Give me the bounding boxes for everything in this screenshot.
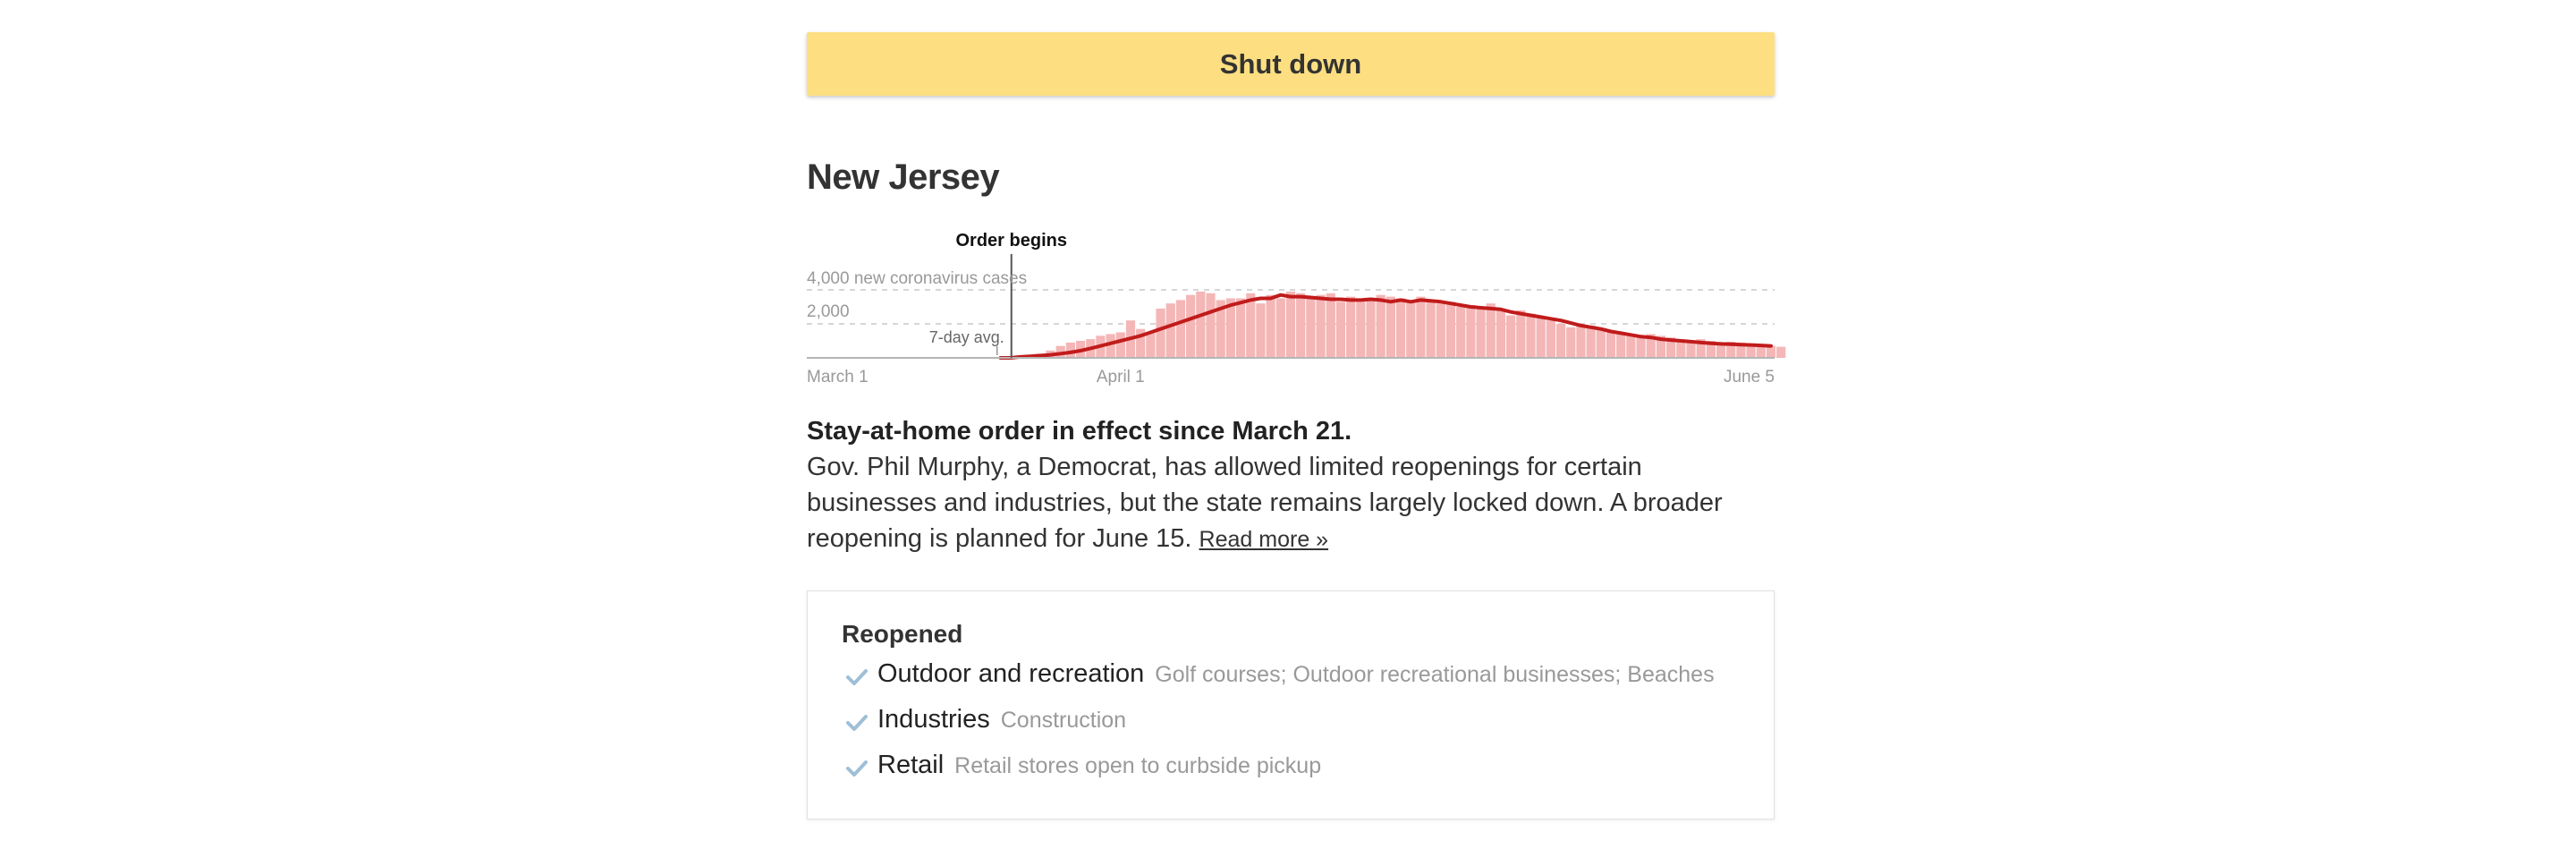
bar — [1346, 296, 1356, 358]
bar — [1395, 298, 1406, 358]
status-label: Shut down — [1219, 47, 1362, 80]
bar — [1546, 320, 1555, 358]
x-tick-label: April 1 — [1097, 368, 1145, 386]
reopened-box: Reopened Outdoor and recreation Golf cou… — [807, 590, 1775, 819]
x-tick-label: June 5 — [1724, 368, 1775, 386]
bar — [1445, 301, 1456, 358]
check-icon — [846, 715, 868, 731]
bar — [1335, 301, 1346, 358]
bar — [1246, 293, 1256, 358]
reopened-title: Reopened — [842, 620, 963, 648]
bar — [1266, 294, 1275, 358]
bar — [1306, 298, 1316, 358]
bar — [1526, 313, 1536, 358]
bar — [1586, 325, 1596, 358]
bar — [1275, 298, 1285, 358]
bar — [1366, 298, 1376, 358]
bar — [1186, 294, 1196, 358]
reopened-detail: Golf courses; Outdoor recreational busin… — [1155, 662, 1715, 687]
y-tick-label: 2,000 — [807, 302, 850, 321]
bar — [1476, 307, 1486, 358]
bar — [1196, 291, 1206, 358]
order-annotation: Order begins — [956, 231, 1067, 250]
bar — [1486, 303, 1496, 358]
x-tick-label: March 1 — [807, 368, 869, 386]
cases-chart-svg: Order begins 4,000 new coronavirus cases 2… — [807, 231, 1786, 386]
bar — [1256, 303, 1266, 358]
bar — [1506, 315, 1516, 358]
bar — [1376, 294, 1385, 358]
bar — [1566, 327, 1576, 358]
reopened-detail: Retail stores open to curbside pickup — [954, 753, 1322, 778]
bar — [1466, 305, 1476, 358]
reopened-category: Industries — [877, 705, 990, 734]
bar — [1496, 310, 1506, 358]
bar — [1175, 300, 1186, 358]
bar — [1326, 293, 1335, 358]
bar — [1146, 332, 1156, 358]
bar — [1426, 300, 1436, 358]
bar — [1536, 317, 1546, 358]
bar — [1516, 310, 1526, 358]
state-title: New Jersey — [807, 157, 1000, 197]
bar — [1416, 296, 1426, 358]
bar — [1356, 301, 1366, 358]
bar — [1596, 328, 1606, 358]
bar — [1385, 296, 1395, 358]
bar — [1115, 332, 1125, 358]
bar — [1636, 335, 1646, 358]
bar — [1156, 308, 1165, 358]
bar — [1316, 294, 1326, 358]
bar — [1406, 300, 1416, 358]
avg-label: 7-day avg. — [929, 328, 1004, 346]
read-more-link[interactable]: Read more » — [1199, 527, 1329, 552]
status-banner: Shut down — [807, 32, 1775, 96]
cases-chart: Order begins 4,000 new coronavirus cases 2… — [807, 218, 1786, 397]
bar — [1776, 346, 1786, 358]
reopened-item: Industries Construction — [845, 705, 1126, 741]
check-icon — [846, 760, 868, 777]
y-tick-label: 4,000 new coronavirus cases — [807, 269, 1027, 288]
bar — [1206, 293, 1216, 358]
reopened-item: Outdoor and recreation Golf courses; Out… — [845, 659, 1715, 695]
bar — [1555, 324, 1566, 358]
bar — [1576, 325, 1586, 358]
bar — [1606, 330, 1616, 358]
summary-headline: Stay-at-home order in effect since March… — [807, 417, 1352, 446]
reopened-category: Retail — [877, 751, 945, 779]
bar — [1235, 298, 1246, 358]
bar — [1626, 334, 1636, 358]
bar — [1436, 303, 1445, 358]
summary: Stay-at-home order in effect since March… — [807, 413, 1775, 557]
bar — [1165, 303, 1175, 358]
reopened-category: Outdoor and recreation — [877, 659, 1145, 688]
bar — [1296, 293, 1306, 358]
bar — [1285, 291, 1296, 358]
check-icon — [846, 669, 868, 685]
reopened-detail: Construction — [1000, 708, 1127, 733]
state-card: Shut down New Jersey Order begins 4,000 n… — [807, 0, 1786, 849]
bar — [1456, 307, 1466, 358]
reopened-item: Retail Retail stores open to curbside pi… — [845, 751, 1321, 786]
bar — [1616, 332, 1626, 358]
